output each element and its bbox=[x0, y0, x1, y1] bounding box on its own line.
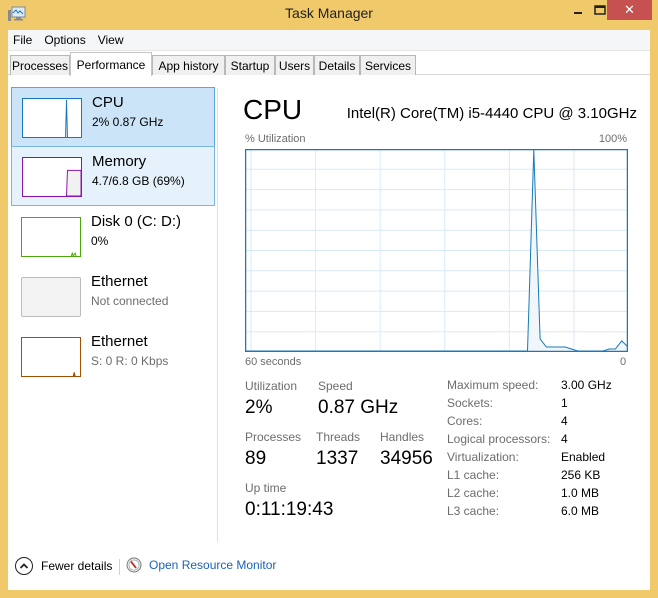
close-button[interactable]: ✕ bbox=[607, 0, 652, 20]
tab-startup[interactable]: Startup bbox=[225, 55, 275, 75]
spec-label: Virtualization: bbox=[447, 450, 519, 464]
spec-value: 4 bbox=[561, 432, 568, 446]
speed-label: Speed bbox=[318, 379, 353, 393]
utilization-label: Utilization bbox=[245, 379, 298, 393]
spec-value: 1.0 MB bbox=[561, 486, 600, 500]
utilization-value: 2% bbox=[245, 397, 273, 418]
maximize-icon bbox=[594, 5, 606, 15]
memory-thumbnail-graph bbox=[22, 157, 82, 197]
graph-y-max-label: 100% bbox=[598, 133, 627, 145]
title-bar[interactable]: Task Manager ✕ bbox=[0, 0, 658, 30]
page-title: CPU bbox=[243, 94, 303, 125]
spec-label: Maximum speed: bbox=[447, 378, 539, 392]
footer: Fewer details Open Resource Monitor bbox=[8, 547, 650, 589]
close-icon: ✕ bbox=[624, 2, 635, 18]
sidebar-item-title: Disk 0 (C: D:) bbox=[91, 213, 181, 230]
resource-monitor-icon bbox=[126, 557, 142, 573]
spec-value: 6.0 MB bbox=[561, 504, 600, 518]
menu-view[interactable]: View bbox=[92, 33, 130, 47]
graph-grid bbox=[245, 149, 628, 352]
ethernet-thumbnail-graph bbox=[21, 277, 81, 317]
spec-label: Logical processors: bbox=[447, 432, 551, 446]
fewer-details-label: Fewer details bbox=[41, 559, 113, 573]
cpu-utilization-graph bbox=[245, 149, 628, 352]
threads-value: 1337 bbox=[316, 448, 359, 469]
footer-separator bbox=[119, 559, 120, 575]
tab-details[interactable]: Details bbox=[314, 55, 360, 75]
tab-users[interactable]: Users bbox=[275, 55, 314, 75]
uptime-label: Up time bbox=[245, 481, 287, 495]
open-resource-monitor-link[interactable]: Open Resource Monitor bbox=[126, 557, 276, 573]
graph-x-left-label: 60 seconds bbox=[245, 356, 302, 368]
tab-bar: Processes Performance App history Startu… bbox=[8, 51, 650, 76]
spec-value: 4 bbox=[561, 414, 568, 428]
handles-label: Handles bbox=[380, 430, 425, 444]
sidebar-item-title: CPU bbox=[92, 94, 124, 111]
tab-performance[interactable]: Performance bbox=[70, 52, 152, 76]
sidebar-item-ethernet[interactable]: Ethernet S: 0 R: 0 Kbps bbox=[11, 327, 215, 387]
cpu-model: Intel(R) Core(TM) i5-4440 CPU @ 3.10GHz bbox=[346, 105, 637, 122]
processes-label: Processes bbox=[245, 430, 302, 444]
pane-divider bbox=[217, 88, 218, 542]
menu-bar: File Options View bbox=[8, 30, 650, 51]
tab-processes[interactable]: Processes bbox=[10, 55, 70, 75]
task-manager-window: Task Manager ✕ File Options View Process… bbox=[0, 0, 658, 598]
spec-label: Cores: bbox=[447, 414, 483, 428]
ethernet-thumbnail-graph bbox=[21, 337, 81, 377]
menu-options[interactable]: Options bbox=[38, 33, 91, 47]
spec-label: L2 cache: bbox=[447, 486, 500, 500]
sidebar-item-title: Ethernet bbox=[91, 273, 148, 290]
fewer-details-button[interactable]: Fewer details bbox=[15, 557, 112, 575]
spec-value: 1 bbox=[561, 396, 568, 410]
spec-label: Sockets: bbox=[447, 396, 494, 410]
uptime-value: 0:11:19:43 bbox=[245, 499, 334, 520]
cpu-thumbnail-graph bbox=[22, 98, 82, 138]
spec-label: L3 cache: bbox=[447, 504, 500, 518]
handles-value: 34956 bbox=[380, 448, 433, 469]
sidebar-item-subtitle: 0% bbox=[91, 234, 109, 248]
menu-file[interactable]: File bbox=[8, 33, 38, 47]
tab-app-history[interactable]: App history bbox=[152, 55, 225, 75]
sidebar-item-ethernet-disconnected[interactable]: Ethernet Not connected bbox=[11, 267, 215, 327]
threads-label: Threads bbox=[316, 430, 361, 444]
sidebar-item-title: Memory bbox=[92, 153, 147, 170]
sidebar-item-subtitle: 2% 0.87 GHz bbox=[92, 115, 164, 129]
sidebar-item-subtitle: 4.7/6.8 GB (69%) bbox=[92, 174, 185, 188]
spec-value: 256 KB bbox=[561, 468, 601, 482]
sidebar-item-subtitle: Not connected bbox=[91, 294, 169, 308]
processes-value: 89 bbox=[245, 448, 267, 469]
sidebar-item-cpu[interactable]: CPU 2% 0.87 GHz bbox=[11, 87, 215, 147]
spec-label: L1 cache: bbox=[447, 468, 500, 482]
sidebar-item-title: Ethernet bbox=[91, 333, 148, 350]
minimize-icon bbox=[574, 12, 582, 14]
spec-value: 3.00 GHz bbox=[561, 378, 612, 392]
open-resource-monitor-label: Open Resource Monitor bbox=[149, 558, 277, 572]
sidebar-item-memory[interactable]: Memory 4.7/6.8 GB (69%) bbox=[11, 146, 215, 206]
sidebar-item-disk[interactable]: Disk 0 (C: D:) 0% bbox=[11, 207, 215, 267]
graph-y-label: % Utilization bbox=[245, 133, 306, 145]
client-area: File Options View Processes Performance … bbox=[8, 30, 650, 590]
chevron-up-icon bbox=[15, 557, 33, 575]
window-title: Task Manager bbox=[285, 5, 373, 21]
graph-x-right-label: 0 bbox=[620, 356, 627, 368]
spec-value: Enabled bbox=[561, 450, 606, 464]
disk-thumbnail-graph bbox=[21, 217, 81, 257]
tab-services[interactable]: Services bbox=[360, 55, 416, 75]
speed-value: 0.87 GHz bbox=[318, 397, 399, 418]
sidebar-item-subtitle: S: 0 R: 0 Kbps bbox=[91, 354, 169, 368]
